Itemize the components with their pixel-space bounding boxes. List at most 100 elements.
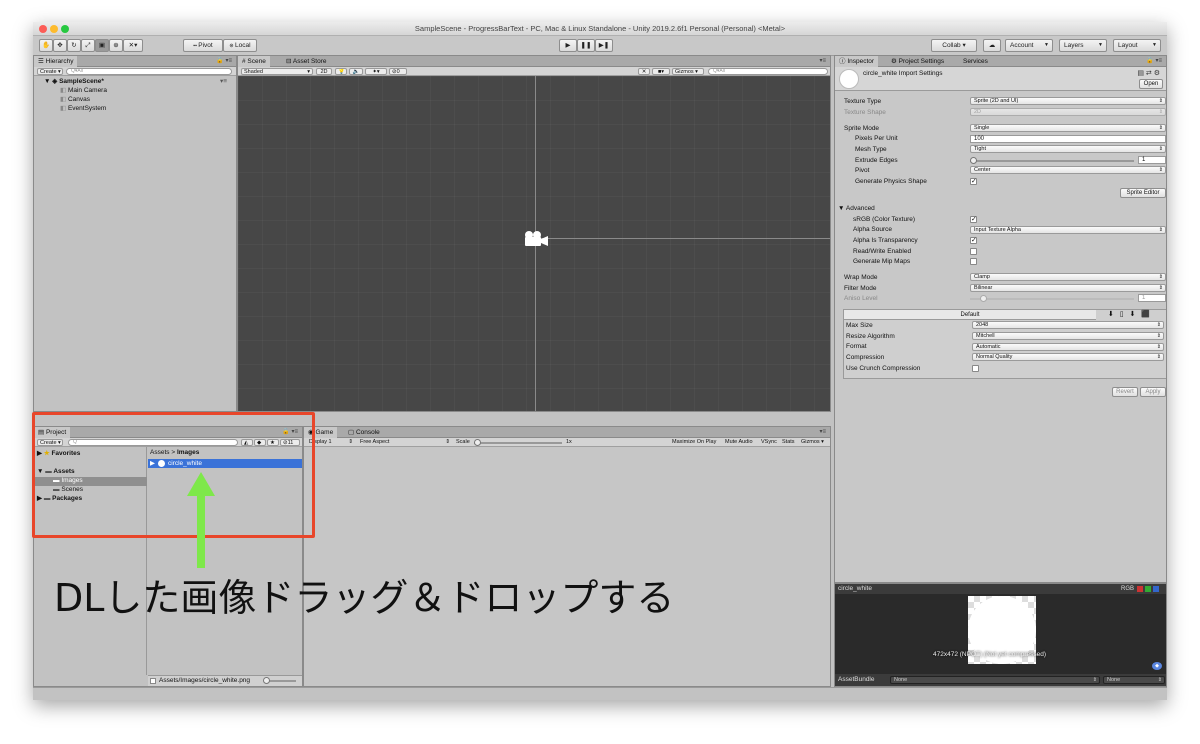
move-tool-button[interactable]: ✥ [53,39,67,52]
layers-dropdown[interactable]: Layers ▼ [1059,39,1107,52]
rect-tool-button[interactable]: ▣ [95,39,109,52]
srgb-checkbox[interactable]: ✓ [970,216,977,223]
tab-console[interactable]: ▢ Console [344,427,384,438]
custom-tool-button[interactable]: ✕▾ [123,39,143,52]
platform-icons[interactable]: ⬇▯⬇⬛ [1098,310,1166,320]
pixels-per-unit-label: Pixels Per Unit [855,135,898,142]
rotate-tool-button[interactable]: ↻ [67,39,81,52]
tab-asset-store[interactable]: ⊟ Asset Store [282,56,331,67]
scale-slider[interactable] [474,439,562,446]
red-channel-icon[interactable] [1137,586,1143,592]
wrap-mode-dropdown[interactable]: Clamp ⇕ [970,273,1166,281]
collab-dropdown[interactable]: Collab ▾ [931,39,977,52]
open-button[interactable]: Open [1139,79,1163,89]
revert-button[interactable]: Revert [1112,387,1138,397]
resize-dropdown[interactable]: Mitchell ⇕ [972,332,1164,340]
zoom-slider[interactable] [263,677,296,684]
apply-button[interactable]: Apply [1140,387,1166,397]
sprite-editor-button[interactable]: Sprite Editor [1120,188,1166,198]
read-write-checkbox[interactable] [970,248,977,255]
cloud-button[interactable]: ☁ [983,39,1001,52]
mute-audio-toggle[interactable]: Mute Audio [723,439,757,446]
tab-hierarchy[interactable]: ☰ Hierarchy [34,56,78,67]
list-item[interactable]: ◧ EventSystem [60,104,106,113]
physics-shape-checkbox[interactable]: ✓ [970,178,977,185]
green-channel-icon[interactable] [1145,586,1151,592]
game-gizmos-dropdown[interactable]: Gizmos ▾ [799,439,829,446]
asset-store-tab-label: Asset Store [292,58,327,65]
panel-menu-icon[interactable]: 🔒 ▾≡ [1146,56,1162,67]
alpha-transparency-checkbox[interactable]: ✓ [970,237,977,244]
shading-mode-dropdown[interactable]: Shaded ▾ [241,68,313,75]
list-item[interactable]: ◧ Canvas [60,95,90,104]
panel-menu-icon[interactable]: 🔒 ▾≡ [216,56,232,67]
slider-thumb[interactable] [263,677,270,684]
step-button[interactable]: ▶❚ [595,39,613,52]
sprite-mode-dropdown[interactable]: Single ⇕ [970,124,1166,132]
audio-toggle-button[interactable]: 🔈 [349,68,363,75]
tab-scene[interactable]: # Scene [238,56,270,67]
compression-dropdown[interactable]: Normal Quality ⇕ [972,353,1164,361]
extrude-edges-slider[interactable] [970,157,1134,164]
hierarchy-search-input[interactable]: Q▾All [66,68,232,75]
pivot-toggle-button[interactable]: ▪▪ Pivot [183,39,223,52]
advanced-foldout[interactable]: ▼ Advanced [838,204,875,213]
alpha-source-dropdown[interactable]: Input Texture Alpha ⇕ [970,226,1166,234]
play-button[interactable]: ▶ [559,39,577,52]
tag-icon[interactable]: ◆ [1152,662,1162,670]
transform-tool-button[interactable]: ⊕ [109,39,123,52]
scene-root-item[interactable]: ▼ ◈ SampleScene* ▾≡ [44,77,227,86]
pixels-per-unit-input[interactable]: 100 [970,135,1166,143]
tools-toggle-button[interactable]: ✕ [638,68,650,75]
stats-toggle[interactable]: Stats [780,439,798,446]
extrude-edges-input[interactable]: 1 [1138,156,1166,164]
account-dropdown[interactable]: Account ▼ [1005,39,1053,52]
local-toggle-button[interactable]: ⊛ Local [223,39,257,52]
game-viewport[interactable] [304,447,830,686]
mesh-type-dropdown[interactable]: Tight ⇕ [970,145,1166,153]
pivot-dropdown[interactable]: Center ⇕ [970,166,1166,174]
list-item[interactable]: ◧ Main Camera [60,86,107,95]
filter-mode-dropdown[interactable]: Bilinear ⇕ [970,284,1166,292]
slider-thumb[interactable] [474,439,481,446]
aspect-dropdown[interactable]: Free Aspect ⇕ [358,439,452,446]
header-tools-icon[interactable]: ▤ ⇄ ⚙ [1137,69,1160,77]
tab-services[interactable]: Services [959,56,992,67]
slider-thumb[interactable] [970,157,977,164]
mip-maps-checkbox[interactable] [970,258,977,265]
hidden-objects-toggle[interactable]: ⊘0 [389,68,407,75]
hand-tool-button[interactable]: ✋ [39,39,53,52]
format-dropdown[interactable]: Automatic ⇕ [972,343,1164,351]
preview-rgb-label[interactable]: RGB [1121,584,1134,594]
camera-gizmo-icon[interactable] [522,230,550,248]
scene-search-input[interactable]: Q▾All [708,68,828,75]
layout-dropdown[interactable]: Layout ▼ [1113,39,1161,52]
lighting-toggle-button[interactable]: 💡 [335,68,347,75]
pause-button[interactable]: ❚❚ [577,39,595,52]
scale-tool-button[interactable]: ⤢ [81,39,95,52]
blue-channel-icon[interactable] [1153,586,1159,592]
panel-menu-icon[interactable]: ▾≡ [819,56,826,67]
maximize-on-play-toggle[interactable]: Maximize On Play [670,439,721,446]
tab-project-settings[interactable]: ⚙ Project Settings [887,56,948,67]
tab-inspector[interactable]: ⓘ Inspector [835,56,879,67]
hierarchy-create-button[interactable]: Create ▾ [37,68,63,75]
camera-dropdown[interactable]: ■▾ [652,68,670,75]
crunch-checkbox[interactable] [972,365,979,372]
2d-toggle-button[interactable]: 2D [316,68,332,75]
platform-tab-default[interactable]: Default [844,310,1096,320]
vsync-toggle[interactable]: VSync [759,439,779,446]
panel-menu-icon[interactable]: ▾≡ [819,427,826,438]
zoom-light-icon[interactable] [61,25,69,33]
minimize-light-icon[interactable] [50,25,58,33]
effects-dropdown[interactable]: ✦▾ [365,68,387,75]
scene-gizmos-dropdown[interactable]: Gizmos ▾ [672,68,704,75]
close-light-icon[interactable] [39,25,47,33]
scene-viewport[interactable] [238,76,830,411]
max-size-dropdown[interactable]: 2048 ⇕ [972,321,1164,329]
texture-type-dropdown[interactable]: Sprite (2D and UI) ⇕ [970,97,1166,105]
assetbundle-dropdown[interactable]: None ⇕ [890,676,1100,684]
scene-menu-icon[interactable]: ▾≡ [220,77,227,86]
speaker-icon: 🔈 [352,69,360,75]
variant-dropdown[interactable]: None ⇕ [1103,676,1165,684]
